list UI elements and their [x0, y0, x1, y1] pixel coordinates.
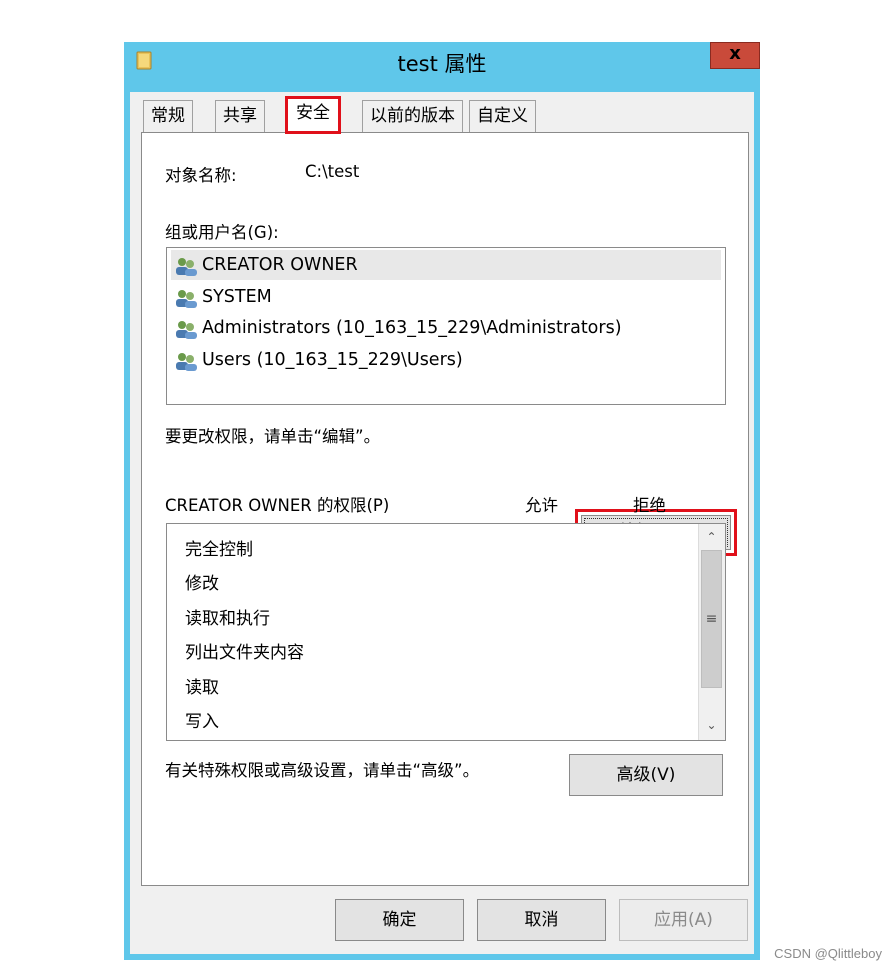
tab-sharing[interactable]: 共享	[215, 100, 265, 132]
list-item[interactable]: CREATOR OWNER	[171, 250, 721, 280]
group-name: SYSTEM	[202, 287, 272, 307]
allow-header: 允许	[525, 496, 558, 515]
permissions-label: CREATOR OWNER 的权限(P)	[165, 496, 390, 515]
close-button[interactable]: x	[710, 42, 760, 69]
advanced-button[interactable]: 高级(V)	[569, 754, 723, 796]
window-title: test 属性	[397, 52, 487, 76]
tab-customize[interactable]: 自定义	[469, 100, 536, 132]
deny-header: 拒绝	[633, 496, 666, 515]
permission-item: 写入	[185, 712, 219, 732]
list-item[interactable]: Users (10_163_15_229\Users)	[171, 345, 721, 375]
permission-item: 修改	[185, 574, 219, 594]
permissions-scrollbar[interactable]: ⌃ ≡ ⌄	[698, 524, 725, 740]
object-name-value: C:\test	[305, 162, 360, 181]
scroll-down-icon[interactable]: ⌄	[699, 714, 724, 736]
scroll-up-icon[interactable]: ⌃	[699, 526, 724, 548]
watermark: CSDN @Qlittleboy	[774, 946, 882, 961]
permission-item: 读取和执行	[185, 609, 270, 629]
permissions-listbox[interactable]: 完全控制 修改 读取和执行 列出文件夹内容 读取 写入 ⌃ ≡ ⌄	[166, 523, 726, 741]
list-item[interactable]: Administrators (10_163_15_229\Administra…	[171, 313, 721, 343]
group-name: Administrators (10_163_15_229\Administra…	[202, 318, 622, 338]
tab-security[interactable]: 安全	[285, 96, 341, 134]
list-item[interactable]: SYSTEM	[171, 282, 721, 312]
tab-previous-versions[interactable]: 以前的版本	[362, 100, 463, 132]
permission-item: 完全控制	[185, 540, 253, 560]
permission-item: 列出文件夹内容	[185, 643, 304, 663]
object-name-label: 对象名称:	[165, 166, 237, 185]
grip-icon: ≡	[705, 611, 718, 627]
dialog-client: 常规 共享 安全 以前的版本 自定义 对象名称: C:\test 组或用户名(G…	[130, 92, 754, 954]
advanced-hint: 有关特殊权限或高级设置，请单击“高级”。	[165, 761, 480, 780]
group-name: Users (10_163_15_229\Users)	[202, 350, 463, 370]
properties-window: test 属性 x 常规 共享 安全 以前的版本 自定义 对象名称: C:\te…	[124, 42, 760, 960]
group-name: CREATOR OWNER	[202, 255, 358, 275]
groups-listbox[interactable]: CREATOR OWNER SYSTEM Administrators (10_…	[166, 247, 726, 405]
title-bar[interactable]: test 属性 x	[124, 42, 760, 92]
user-group-icon	[176, 321, 197, 339]
scroll-thumb[interactable]: ≡	[701, 550, 722, 688]
cancel-button[interactable]: 取消	[477, 899, 606, 941]
user-group-icon	[176, 290, 197, 308]
permission-item: 读取	[185, 678, 219, 698]
user-group-icon	[176, 353, 197, 371]
security-panel: 对象名称: C:\test 组或用户名(G): CREATOR OWNER SY…	[141, 132, 749, 886]
apply-button[interactable]: 应用(A)	[619, 899, 748, 941]
user-group-icon	[176, 258, 197, 276]
tab-general[interactable]: 常规	[143, 100, 193, 132]
ok-button[interactable]: 确定	[335, 899, 464, 941]
change-hint: 要更改权限，请单击“编辑”。	[165, 427, 381, 446]
groups-label: 组或用户名(G):	[165, 223, 279, 242]
